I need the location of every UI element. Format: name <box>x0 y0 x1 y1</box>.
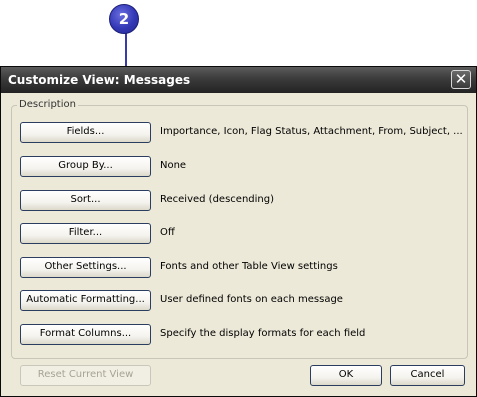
format-columns-value: Specify the display formats for each fie… <box>160 328 366 339</box>
automatic-formatting-value: User defined fonts on each message <box>160 294 343 305</box>
reset-current-view-button: Reset Current View <box>20 365 151 386</box>
group-by-value: None <box>160 160 187 171</box>
callout-badge: 2 <box>109 4 139 34</box>
sort-value: Received (descending) <box>160 194 274 205</box>
filter-value: Off <box>160 227 175 238</box>
cancel-button[interactable]: Cancel <box>390 365 465 386</box>
fields-button[interactable]: Fields... <box>20 122 151 143</box>
close-icon: ✕ <box>454 70 468 88</box>
other-settings-value: Fonts and other Table View settings <box>160 261 338 272</box>
fields-value: Importance, Icon, Flag Status, Attachmen… <box>160 126 463 137</box>
sort-button[interactable]: Sort... <box>20 190 151 211</box>
format-columns-button[interactable]: Format Columns... <box>20 324 151 345</box>
customize-view-dialog: Customize View: Messages ✕ Description F… <box>0 66 477 397</box>
close-button[interactable]: ✕ <box>451 70 471 89</box>
dialog-title: Customize View: Messages <box>8 73 191 87</box>
other-settings-button[interactable]: Other Settings... <box>20 257 151 278</box>
automatic-formatting-button[interactable]: Automatic Formatting... <box>20 290 151 311</box>
title-bar: Customize View: Messages ✕ <box>1 67 476 93</box>
ok-button[interactable]: OK <box>310 365 382 386</box>
filter-button[interactable]: Filter... <box>20 223 151 244</box>
description-group-label: Description <box>17 99 78 110</box>
group-by-button[interactable]: Group By... <box>20 156 151 177</box>
